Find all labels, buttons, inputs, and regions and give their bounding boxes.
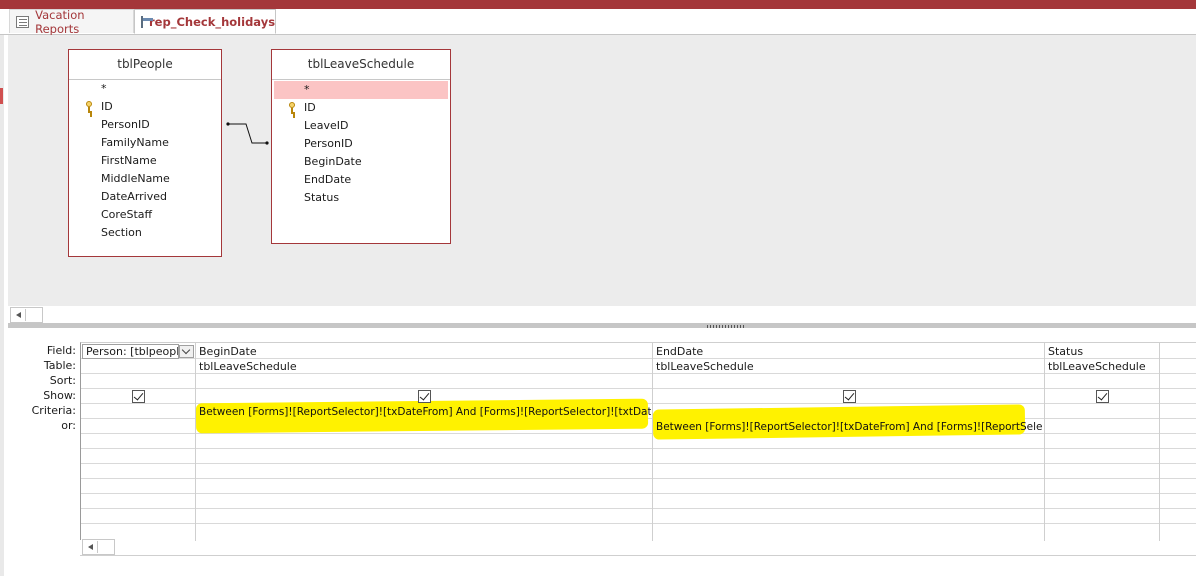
table-tblleaveschedule[interactable]: tblLeaveSchedule * ID LeaveID PersonID B… [271, 49, 451, 244]
table-cell[interactable]: tblLeaveSchedule [1048, 359, 1156, 374]
scroll-left-icon[interactable] [13, 309, 26, 321]
title-bar-accent [0, 0, 1196, 9]
field-list-item[interactable]: FirstName [69, 152, 221, 170]
query-icon [141, 15, 153, 28]
report-icon [16, 15, 30, 28]
query-design-pane[interactable]: tblPeople * ID PersonID FamilyName First… [8, 35, 1196, 306]
tab-label: rep_Check_holidays [149, 14, 276, 29]
tab-rep-check-holidays[interactable]: rep_Check_holidays [134, 9, 276, 34]
field-list-item[interactable]: * [69, 80, 221, 98]
field-list-item[interactable]: PersonID [69, 116, 221, 134]
field-list-item[interactable]: Section [69, 224, 221, 242]
field-cell[interactable]: Person: [tblpeople [82, 344, 179, 359]
or-cell[interactable]: Between [Forms]![ReportSelector]![txDate… [656, 420, 1043, 434]
query-design-grid[interactable]: Person: [tblpeople BeginDate tblLeaveSch… [80, 342, 1196, 541]
field-list-item[interactable]: ID [69, 98, 221, 116]
scroll-left-icon[interactable] [85, 541, 98, 553]
show-checkbox[interactable] [132, 390, 145, 403]
criteria-cell[interactable]: Between [Forms]![ReportSelector]![txDate… [199, 405, 651, 419]
table-tblpeople[interactable]: tblPeople * ID PersonID FamilyName First… [68, 49, 222, 257]
navigation-pane-marker [0, 88, 3, 104]
field-list-item[interactable]: PersonID [272, 135, 450, 153]
tab-vacation-reports[interactable]: Vacation Reports [9, 7, 134, 36]
row-label-field: Field: [46, 344, 76, 357]
field-list-item[interactable]: MiddleName [69, 170, 221, 188]
chevron-down-icon[interactable] [179, 345, 194, 358]
show-checkbox[interactable] [418, 390, 431, 403]
table-title[interactable]: tblPeople [69, 50, 221, 80]
field-cell[interactable]: Status [1048, 344, 1156, 359]
table-cell[interactable]: tblLeaveSchedule [199, 359, 649, 374]
field-list-item[interactable]: LeaveID [272, 117, 450, 135]
show-checkbox[interactable] [843, 390, 856, 403]
grid-bottom-area [80, 555, 1196, 577]
row-label-criteria: Criteria: [31, 404, 76, 417]
document-tab-strip: Vacation Reports rep_Check_holidays [0, 7, 1196, 36]
table-cell[interactable]: tblLeaveSchedule [656, 359, 1041, 374]
field-list-item[interactable]: FamilyName [69, 134, 221, 152]
field-list-item[interactable]: Status [272, 189, 450, 207]
splitter-grip[interactable] [707, 325, 745, 328]
field-list-item[interactable]: BeginDate [272, 153, 450, 171]
row-label-or: or: [61, 419, 76, 432]
join-line[interactable] [222, 115, 274, 149]
row-label-sort: Sort: [49, 374, 76, 387]
row-label-table: Table: [43, 359, 76, 372]
field-list-item[interactable]: CoreStaff [69, 206, 221, 224]
grid-scrollbar[interactable] [82, 539, 115, 555]
design-pane-scrollbar[interactable] [10, 307, 43, 323]
field-cell[interactable]: BeginDate [199, 344, 649, 359]
navigation-pane-edge[interactable] [0, 35, 4, 576]
row-label-show: Show: [43, 389, 76, 402]
tab-label: Vacation Reports [35, 7, 85, 36]
primary-key-icon [86, 101, 94, 113]
primary-key-icon [289, 102, 297, 114]
field-list-item[interactable]: DateArrived [69, 188, 221, 206]
table-title[interactable]: tblLeaveSchedule [272, 50, 450, 80]
field-list-item[interactable]: ID [272, 99, 450, 117]
field-cell[interactable]: EndDate [656, 344, 1041, 359]
field-list-item-selected[interactable]: * [274, 81, 448, 99]
pane-splitter[interactable] [8, 323, 1196, 328]
show-checkbox[interactable] [1096, 390, 1109, 403]
field-list-item[interactable]: EndDate [272, 171, 450, 189]
